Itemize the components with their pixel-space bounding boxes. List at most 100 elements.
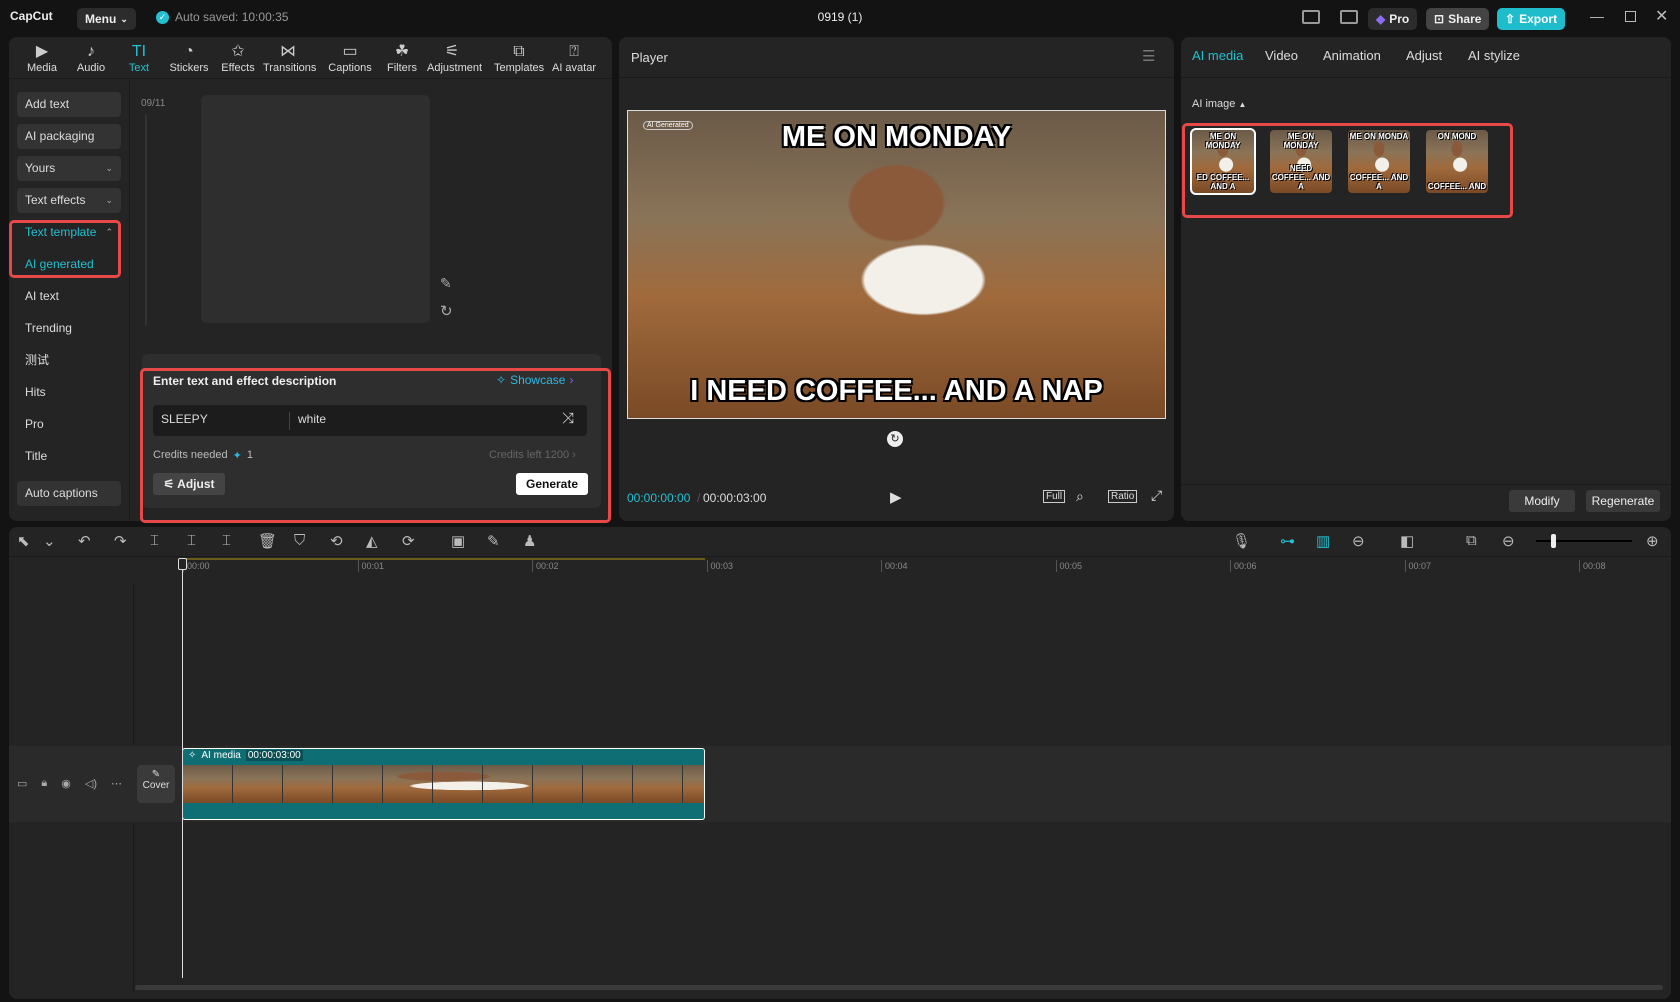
pro-button[interactable]: ◆ Pro: [1368, 8, 1418, 30]
playhead-handle[interactable]: [178, 558, 187, 570]
split-right-icon[interactable]: ⌶: [222, 532, 231, 549]
zoom-in-icon[interactable]: ⊕: [1646, 532, 1659, 550]
play-button[interactable]: ▶: [890, 488, 902, 506]
mic-icon[interactable]: 🎙︎: [1232, 532, 1251, 550]
marker-icon[interactable]: ⛉: [294, 532, 305, 549]
person-icon[interactable]: ♟: [523, 532, 536, 550]
tool-text[interactable]: TI Text: [114, 42, 164, 74]
thumb-bottom-text: COFFEE... AND A: [1349, 173, 1409, 191]
tool-media[interactable]: ▶ Media: [17, 42, 67, 74]
sidebar-item[interactable]: Add text: [17, 92, 121, 117]
player-menu-icon[interactable]: ☰: [1142, 47, 1155, 65]
generate-button[interactable]: Generate: [516, 473, 588, 495]
hd-icon[interactable]: ▣: [451, 532, 465, 550]
ai-image-thumbnail[interactable]: ME ON MONDAY NEED COFFEE... AND A: [1270, 130, 1332, 193]
prompt-input[interactable]: [153, 405, 587, 436]
undo-icon[interactable]: ↶: [78, 532, 91, 550]
credits-left[interactable]: Credits left 1200 ›: [489, 449, 576, 461]
sidebar-item[interactable]: AI packaging: [17, 124, 121, 149]
refresh-icon[interactable]: ↻: [440, 302, 453, 320]
zoom-slider-handle[interactable]: [1551, 534, 1556, 548]
cover-button[interactable]: ✎ Cover: [137, 765, 175, 803]
clip-frame: [333, 765, 383, 803]
select-icon[interactable]: ⬉: [17, 532, 30, 550]
text-field[interactable]: SLEEPY: [161, 412, 208, 426]
sidebar-item[interactable]: AI text: [17, 284, 121, 309]
sidebar-item[interactable]: Yours ⌄: [17, 156, 121, 181]
rotate-icon[interactable]: ⟳: [402, 532, 415, 550]
tool-ai-avatar[interactable]: ⍰ AI avatar: [549, 42, 599, 74]
eye-icon[interactable]: ◉: [61, 777, 71, 790]
tool-audio[interactable]: ♪ Audio: [66, 42, 116, 74]
thumb-top-text: ME ON MONDAY: [1205, 132, 1241, 150]
zoom-out-icon[interactable]: ⊖: [1502, 532, 1515, 550]
sidebar-item[interactable]: Title: [17, 444, 121, 469]
mirror-icon[interactable]: ◭: [366, 532, 378, 550]
preview-icon[interactable]: ⧉: [1466, 532, 1477, 549]
tab-ai-media[interactable]: AI media: [1192, 48, 1243, 63]
sidebar-item[interactable]: Hits: [17, 380, 121, 405]
tab-adjust[interactable]: Adjust: [1406, 48, 1442, 63]
sidebar-item[interactable]: Auto captions: [17, 481, 121, 506]
link-icon[interactable]: ⊶: [1280, 532, 1295, 550]
split-left-icon[interactable]: ⌶: [187, 532, 196, 549]
tool-adjustment[interactable]: ⚟ Adjustment: [427, 42, 482, 74]
clip-frame: [533, 765, 583, 803]
sidebar-item[interactable]: 测试: [17, 348, 121, 373]
close-button[interactable]: ✕: [1655, 6, 1668, 26]
edit-icon[interactable]: ✎: [440, 275, 452, 292]
sidebar-item[interactable]: Trending: [17, 316, 121, 341]
volume-icon[interactable]: ◁): [85, 777, 97, 790]
shortcut-icon[interactable]: [1340, 10, 1358, 24]
showcase-link[interactable]: ✧ Showcase ›: [496, 373, 573, 387]
tab-video[interactable]: Video: [1265, 48, 1298, 63]
crop-icon[interactable]: ⟲: [330, 532, 343, 550]
effect-field[interactable]: white: [298, 412, 326, 426]
tool-templates[interactable]: ⧉ Templates: [494, 42, 544, 74]
template-preview[interactable]: [201, 95, 430, 323]
horizontal-scrollbar[interactable]: [135, 985, 1663, 990]
regenerate-button[interactable]: Regenerate: [1586, 490, 1660, 512]
chain-icon[interactable]: ⊖: [1352, 532, 1365, 550]
ratio-button[interactable]: Ratio: [1108, 490, 1138, 503]
playhead[interactable]: [182, 558, 183, 978]
redo-icon[interactable]: ↷: [114, 532, 127, 550]
export-button[interactable]: ⇧ Export: [1497, 8, 1566, 30]
split-icon[interactable]: ⌶: [150, 532, 159, 549]
more-icon[interactable]: ⋯: [111, 777, 122, 790]
share-button[interactable]: ⊡ Share: [1426, 8, 1490, 30]
delete-icon[interactable]: 🗑︎: [258, 532, 277, 550]
snap-icon[interactable]: ▥: [1316, 532, 1330, 550]
split-view-icon[interactable]: ◧: [1400, 532, 1414, 550]
lock-icon[interactable]: 🔒︎: [41, 777, 47, 790]
ai-image-thumbnail[interactable]: ON MOND COFFEE... AND: [1426, 130, 1488, 193]
rotate-handle-icon[interactable]: ↻: [887, 431, 903, 447]
scrollbar[interactable]: [145, 115, 147, 325]
tool-stickers[interactable]: ◔ Stickers: [164, 42, 214, 74]
chevron-down-icon[interactable]: ⌄: [43, 532, 56, 550]
sidebar-item[interactable]: Pro: [17, 412, 121, 437]
sidebar-item[interactable]: Text effects ⌄: [17, 188, 121, 213]
tool-transitions[interactable]: ⋈ Transitions: [263, 42, 316, 74]
tool-captions[interactable]: ▭ Captions: [325, 42, 375, 74]
tab-ai-stylize[interactable]: AI stylize: [1468, 48, 1520, 63]
ai-image-section[interactable]: AI image ▲: [1192, 98, 1246, 110]
layout-icon[interactable]: [1302, 10, 1320, 24]
video-preview[interactable]: AI Generated ME ON MONDAY I NEED COFFEE.…: [627, 110, 1166, 419]
modify-button[interactable]: Modify: [1509, 490, 1575, 512]
shuffle-icon[interactable]: ⤨: [562, 410, 574, 427]
magic-icon[interactable]: ✎: [487, 532, 500, 550]
maximize-button[interactable]: [1625, 11, 1636, 22]
fullscreen-icon[interactable]: ⤢: [1151, 487, 1162, 504]
tool-effects[interactable]: ✩ Effects: [213, 42, 263, 74]
ai-image-thumbnail[interactable]: ME ON MONDAY ED COFFEE... AND A: [1190, 128, 1256, 195]
adjust-button[interactable]: ⚟ Adjust: [153, 473, 225, 495]
tool-filters[interactable]: ☘ Filters: [377, 42, 427, 74]
zoom-fit-icon[interactable]: ⌕: [1076, 488, 1084, 505]
tab-animation[interactable]: Animation: [1323, 48, 1381, 63]
full-button[interactable]: Full: [1043, 490, 1066, 503]
track-thumbnail-icon[interactable]: ▭: [17, 777, 27, 790]
video-clip[interactable]: ✧ AI media 00:00:03:00: [182, 748, 705, 820]
minimize-button[interactable]: —: [1590, 8, 1604, 24]
ai-image-thumbnail[interactable]: ME ON MONDA COFFEE... AND A: [1348, 130, 1410, 193]
